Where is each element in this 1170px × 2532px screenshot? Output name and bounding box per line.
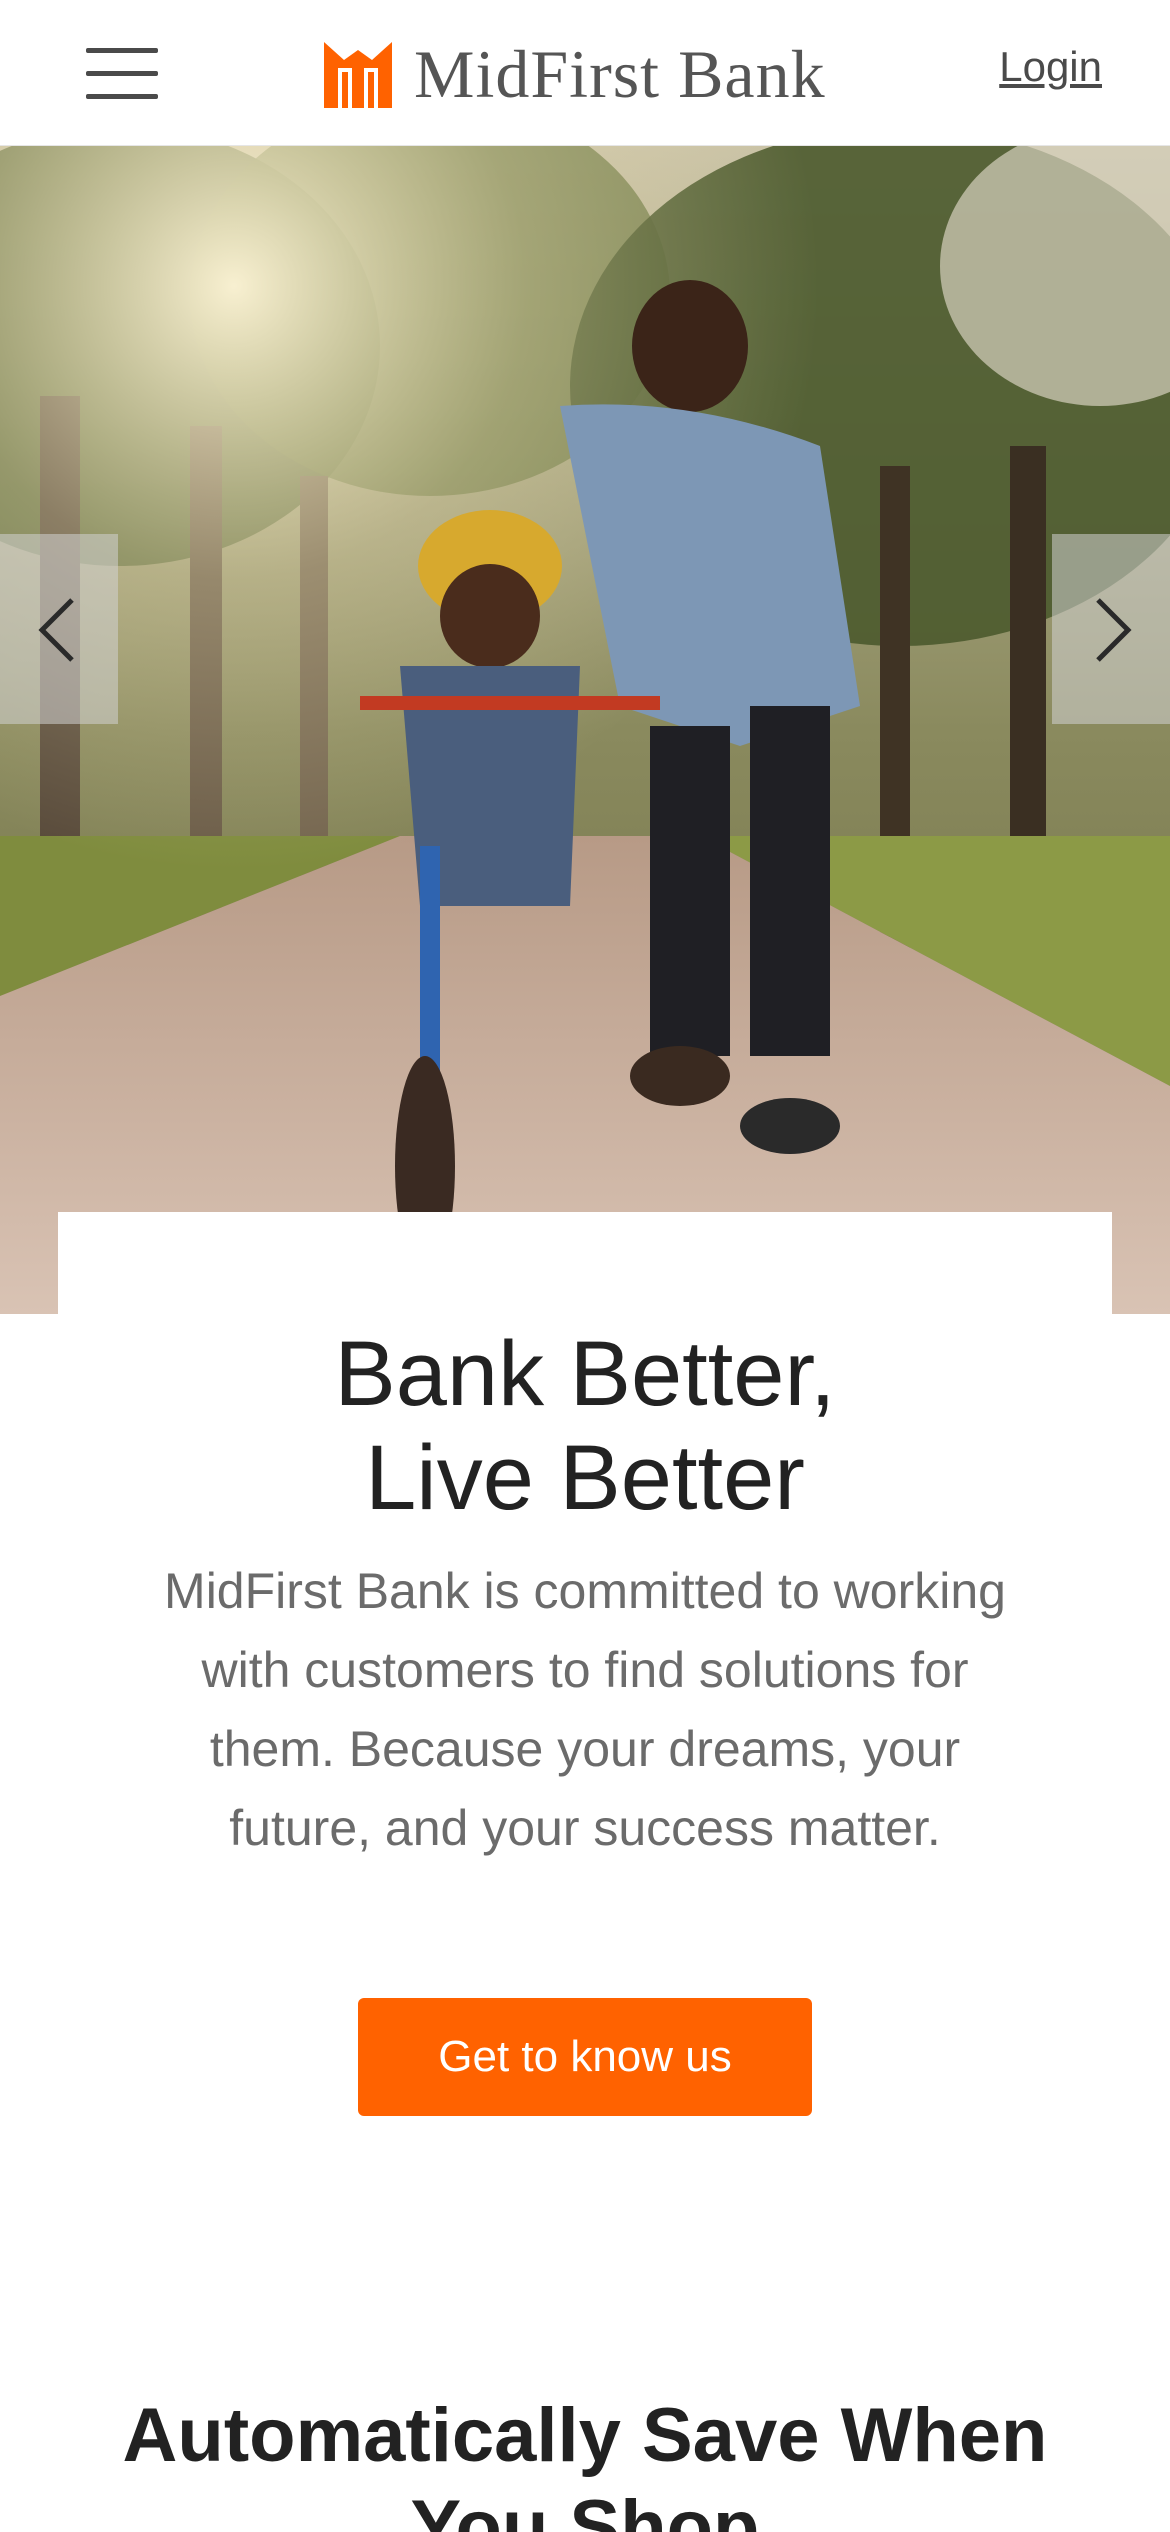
- get-to-know-us-button[interactable]: Get to know us: [358, 1998, 812, 2116]
- hero-headline-line1: Bank Better,: [334, 1323, 836, 1425]
- hamburger-menu-icon[interactable]: [80, 38, 164, 108]
- hero-carousel: [0, 146, 1170, 1314]
- logo-wordmark: MidFirst Bank: [414, 36, 826, 112]
- carousel-next-button[interactable]: [1052, 534, 1170, 724]
- hero-content-card: Bank Better, Live Better MidFirst Bank i…: [58, 1212, 1112, 2162]
- midfirst-logo-mark-icon: [324, 42, 392, 108]
- midfirst-bank-logo[interactable]: MidFirst Bank: [320, 36, 826, 112]
- hero-body-text: MidFirst Bank is committed to working wi…: [164, 1563, 1006, 1856]
- chevron-right-icon: [1096, 598, 1132, 662]
- chevron-left-icon: [38, 598, 74, 662]
- savings-heading-line2: You Shop: [410, 2485, 760, 2532]
- carousel-prev-button[interactable]: [0, 534, 118, 724]
- site-header: MidFirst Bank Login: [0, 0, 1170, 146]
- hero-headline-line2: Live Better: [365, 1427, 805, 1529]
- hero-image: [0, 146, 1170, 1314]
- hero-headline: Bank Better, Live Better: [58, 1322, 1112, 1530]
- page: MidFirst Bank Login Bank Better, Live Be…: [0, 0, 1170, 2532]
- savings-section-heading: Automatically Save When You Shop: [0, 2390, 1170, 2532]
- savings-heading-line1: Automatically Save When: [122, 2393, 1048, 2478]
- login-link[interactable]: Login: [999, 46, 1102, 88]
